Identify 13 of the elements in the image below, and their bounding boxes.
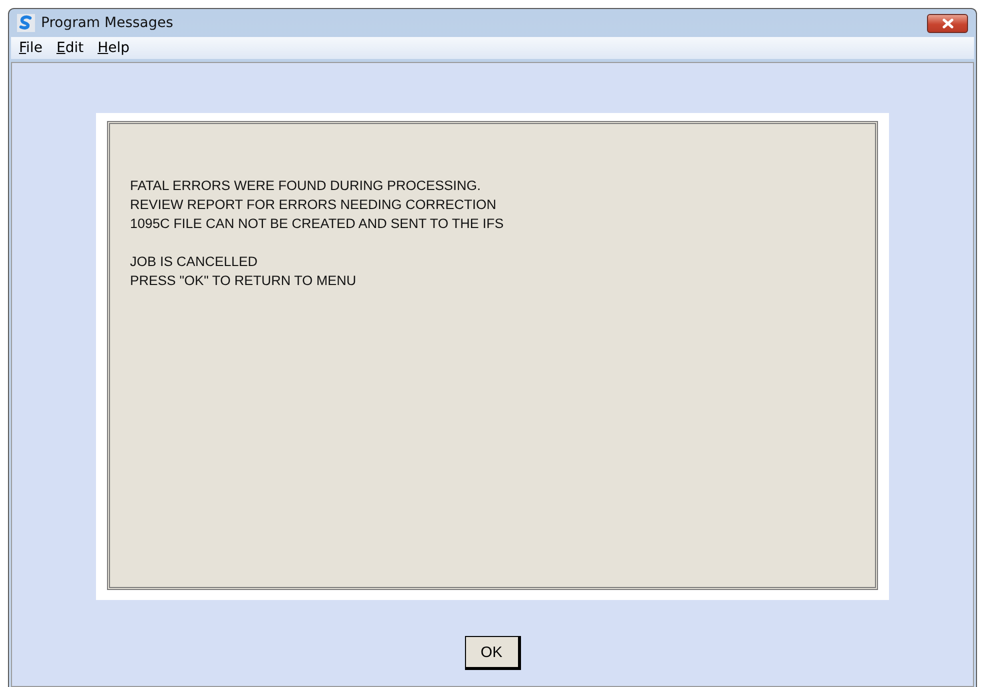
window-title: Program Messages <box>41 15 174 31</box>
message-line: REVIEW REPORT FOR ERRORS NEEDING CORRECTION <box>130 196 498 214</box>
close-button[interactable] <box>927 14 968 32</box>
app-s-icon <box>17 14 35 32</box>
menu-item[interactable]: Help <box>98 40 130 56</box>
ok-button[interactable]: OK <box>464 636 520 670</box>
message-line: PRESS "OK" TO RETURN TO MENU <box>130 272 358 290</box>
menu-item[interactable]: Edit <box>56 40 84 56</box>
menu-item[interactable]: File <box>19 40 42 56</box>
close-icon <box>940 18 954 28</box>
message-line: FATAL ERRORS WERE FOUND DURING PROCESSING. <box>130 177 482 195</box>
message-line: JOB IS CANCELLED <box>130 253 259 271</box>
message-line: 1095C FILE CAN NOT BE CREATED AND SENT TO THE IFS <box>130 215 505 233</box>
